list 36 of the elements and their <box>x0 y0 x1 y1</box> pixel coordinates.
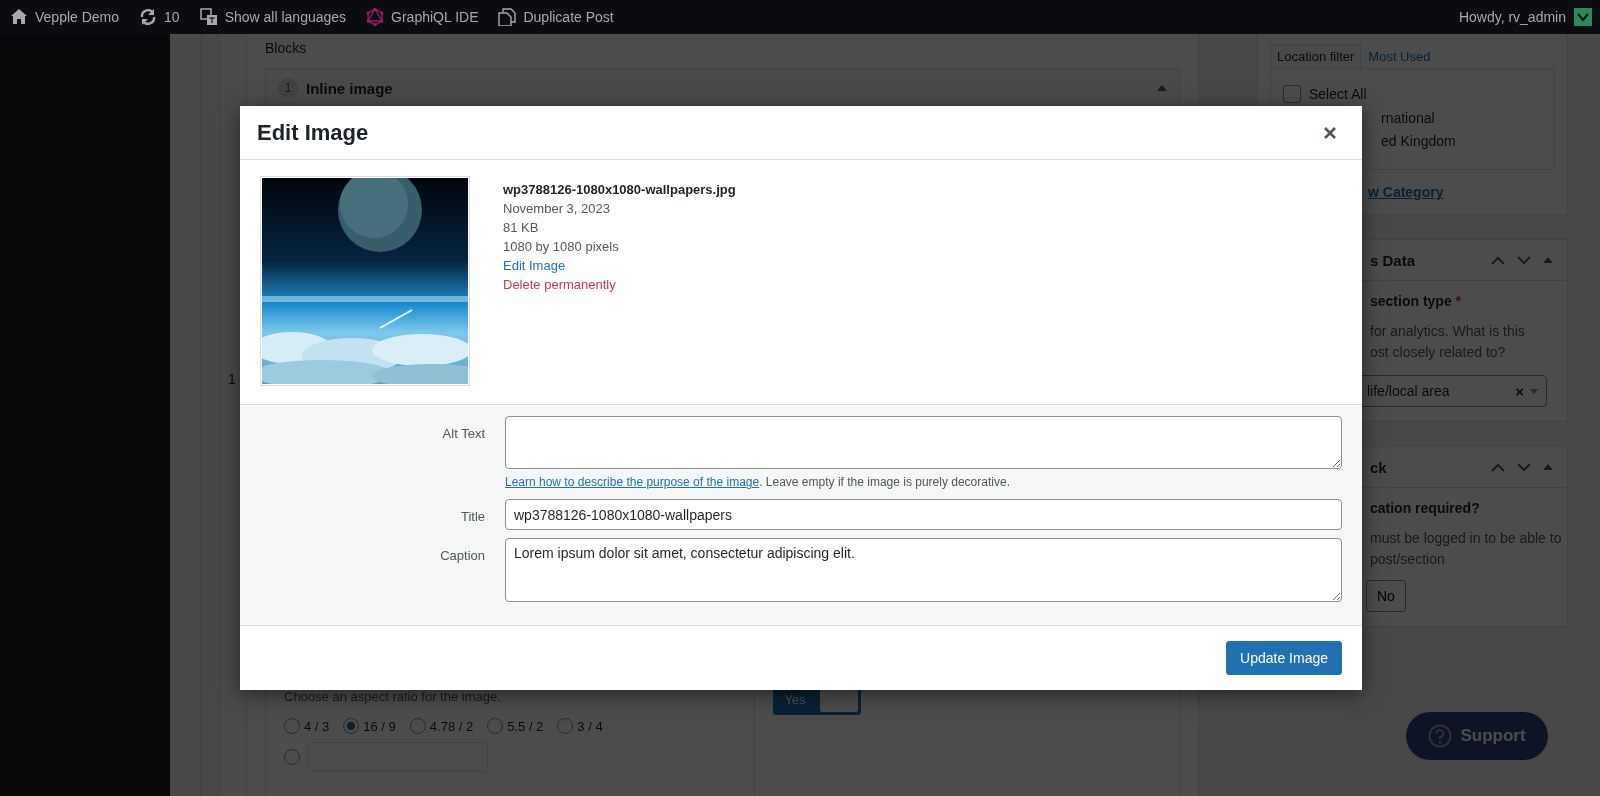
required-mark: * <box>1455 293 1462 309</box>
toolbar-link[interactable]: GraphiQL IDE <box>356 0 489 34</box>
close-icon <box>1324 126 1336 139</box>
file-size: 81 KB <box>503 219 540 237</box>
home-icon <box>10 8 28 26</box>
account-menu[interactable]: Howdy, rv_admin <box>1450 8 1600 26</box>
refresh-icon <box>139 8 158 26</box>
hexagon-icon <box>366 8 385 26</box>
help-text: Learn how to describe the purpose of the image. Leave empty if the image is purely decorative. <box>505 475 1011 489</box>
panel-title: s Data <box>1369 251 1416 269</box>
section-label: Blocks <box>265 39 308 58</box>
alt-text-field[interactable] <box>505 416 1342 469</box>
edit-image-link[interactable]: Edit Image <box>503 256 736 275</box>
field-label: Alt Text <box>441 425 485 443</box>
panel-title: ck <box>1369 458 1387 476</box>
toolbar-link[interactable]: Show all languages <box>189 0 357 34</box>
block-title: Inline image <box>306 79 394 97</box>
update-image-button[interactable]: Update Image <box>1226 641 1342 675</box>
modal-title: Edit Image <box>257 119 369 146</box>
toolbar-link[interactable]: Vepple Demo <box>0 0 130 34</box>
caption-field[interactable]: Lorem ipsum dolor sit amet, consectetur adipiscing elit. <box>505 538 1342 602</box>
toolbar-link[interactable]: Duplicate Post <box>488 0 624 34</box>
title-field[interactable]: wp3788126-1080x1080-wallpapers <box>505 499 1342 530</box>
field-label: Caption <box>439 547 485 565</box>
field-label: cation required? <box>1369 500 1481 516</box>
delete-link[interactable]: Delete permanently <box>503 275 736 294</box>
toolbar-link[interactable]: 10 <box>129 0 190 34</box>
upload-date: November 3, 2023 <box>503 200 611 218</box>
row-number: 1 <box>228 371 236 387</box>
file-name: wp3788126-1080x1080-wallpapers.jpg <box>503 181 736 199</box>
copy-icon <box>498 8 517 26</box>
translate-icon <box>199 8 218 26</box>
avatar-icon <box>1574 8 1592 26</box>
image-dimensions: 1080 by 1080 pixels <box>503 238 620 256</box>
field-label: Title <box>459 508 485 526</box>
clear-icon: × <box>1515 382 1524 400</box>
